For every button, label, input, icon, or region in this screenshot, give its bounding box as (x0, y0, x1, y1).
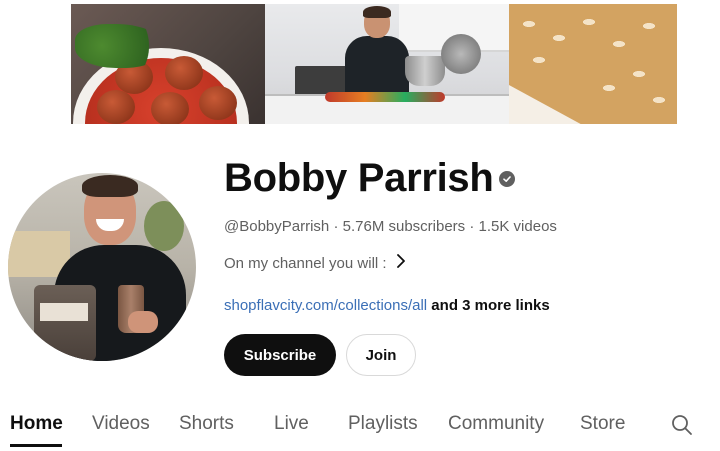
tab-community[interactable]: Community (448, 412, 544, 436)
subscriber-count: 5.76M subscribers (342, 218, 466, 235)
search-icon[interactable] (670, 413, 694, 437)
channel-avatar[interactable] (8, 173, 196, 361)
channel-banner (71, 4, 677, 124)
channel-tabs: Home Videos Shorts Live Playlists Commun… (0, 400, 720, 451)
banner-meatballs-image (71, 4, 265, 124)
chevron-right-icon[interactable] (395, 253, 407, 275)
channel-meta: @BobbyParrish · 5.76M subscribers · 1.5K… (224, 217, 557, 237)
tab-videos[interactable]: Videos (92, 412, 150, 436)
channel-name: Bobby Parrish (224, 156, 494, 200)
more-links-button[interactable]: and 3 more links (427, 297, 549, 314)
tab-live[interactable]: Live (274, 412, 309, 436)
channel-handle: @BobbyParrish (224, 218, 330, 235)
description-text: On my channel you will : (224, 255, 387, 272)
active-tab-indicator (10, 444, 62, 447)
tab-store[interactable]: Store (580, 412, 625, 436)
channel-link[interactable]: shopflavcity.com/collections/all (224, 297, 427, 314)
meta-separator: · (465, 218, 479, 235)
verified-check-icon (499, 171, 515, 187)
subscribe-button[interactable]: Subscribe (224, 334, 336, 376)
meta-separator: · (329, 218, 343, 235)
join-button[interactable]: Join (346, 334, 416, 376)
tab-shorts[interactable]: Shorts (179, 412, 234, 436)
tab-home[interactable]: Home (10, 412, 63, 436)
banner-kitchen-image (265, 4, 509, 124)
video-count: 1.5K videos (478, 218, 557, 235)
banner-almond-cake-image (509, 4, 677, 124)
channel-links: shopflavcity.com/collections/all and 3 m… (224, 296, 550, 316)
channel-description[interactable]: On my channel you will : (224, 254, 407, 274)
tab-playlists[interactable]: Playlists (348, 412, 418, 436)
